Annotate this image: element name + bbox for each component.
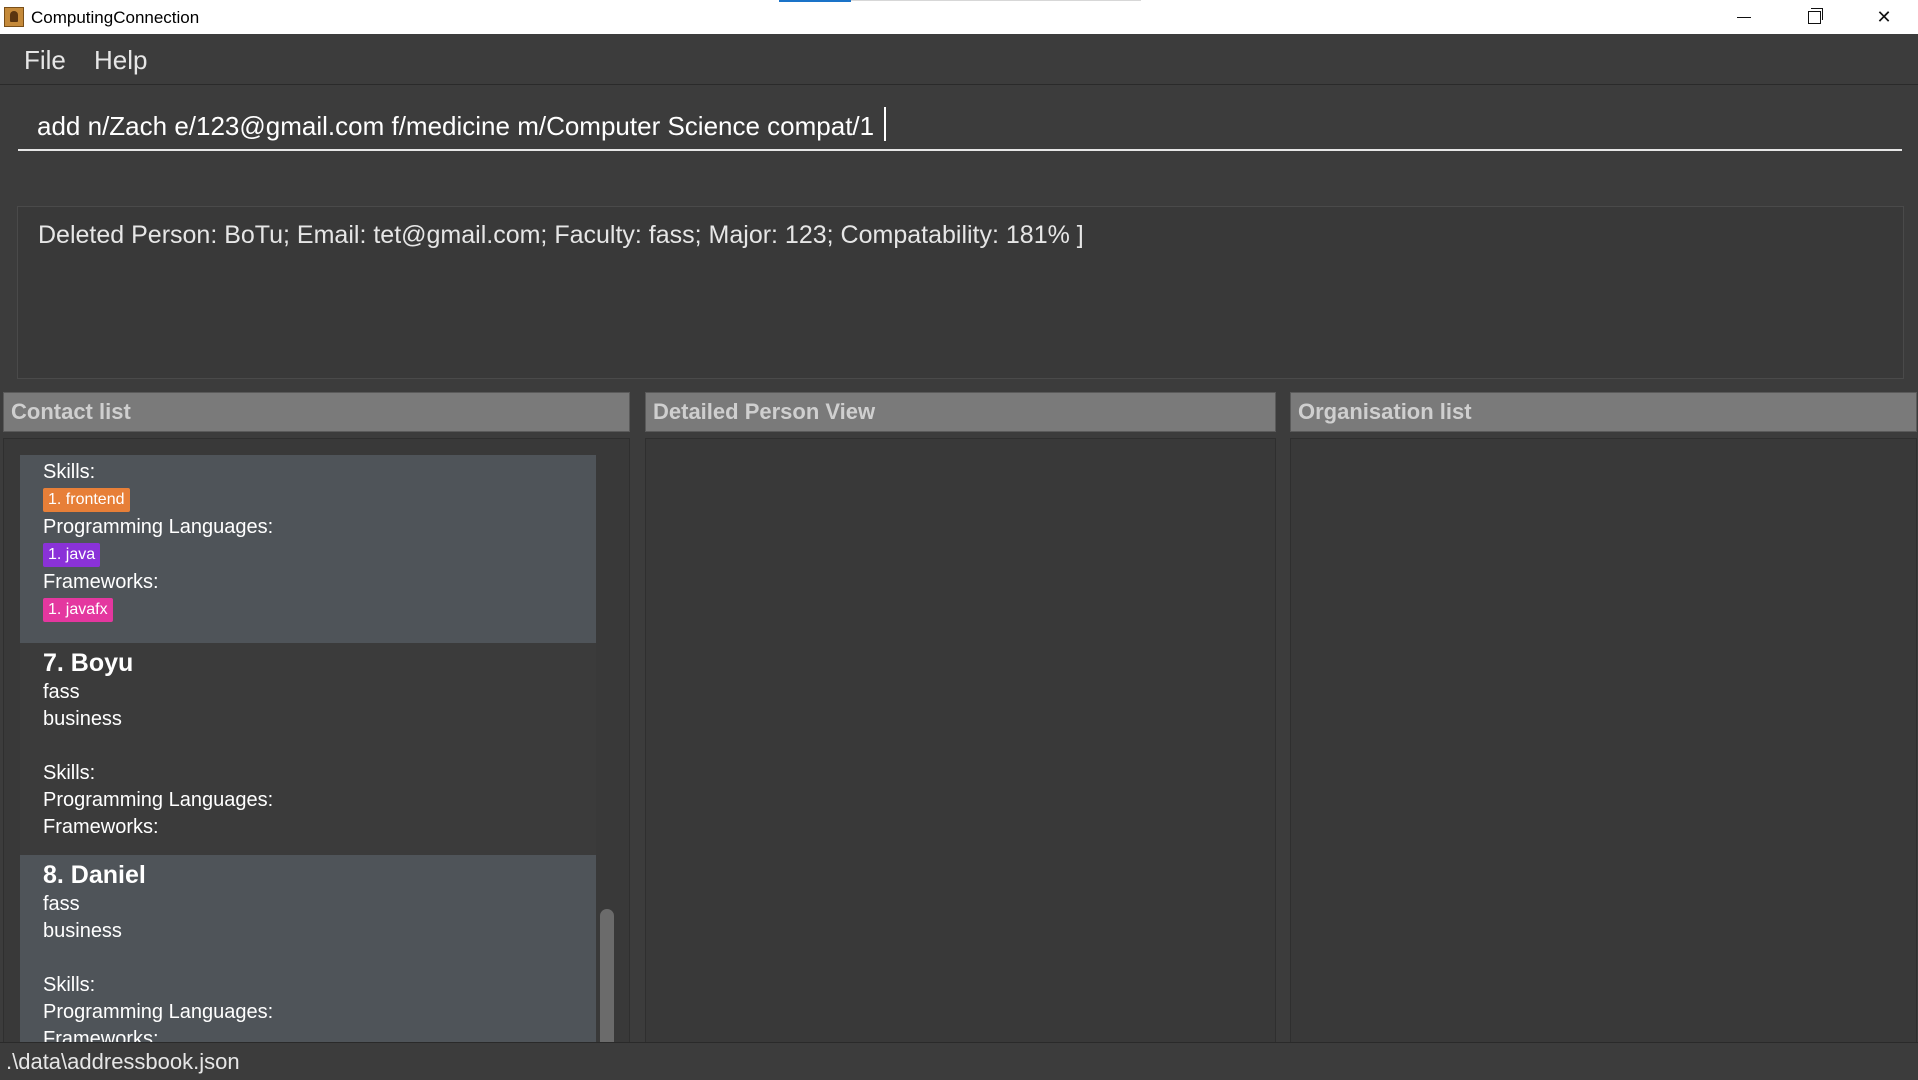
minimize-button[interactable] bbox=[1709, 0, 1779, 34]
detail-view-panel[interactable] bbox=[645, 438, 1276, 1069]
save-location: .\data\addressbook.json bbox=[6, 1049, 240, 1074]
menu-file[interactable]: File bbox=[24, 45, 66, 76]
main-window: File Help Deleted Person: BoTu; Email: t… bbox=[0, 34, 1918, 1080]
minimize-icon bbox=[1737, 16, 1751, 18]
contact-faculty: fass bbox=[43, 893, 80, 915]
frameworks-label: Frameworks: bbox=[43, 571, 159, 593]
contact-name: 8. Daniel bbox=[43, 861, 146, 889]
window-title: ComputingConnection bbox=[31, 8, 200, 27]
organisation-list-panel[interactable] bbox=[1290, 438, 1917, 1069]
list-item[interactable]: 7. Boyu fass business Skills: Programmin… bbox=[20, 643, 596, 855]
taskbar-focus-indicator bbox=[779, 0, 851, 2]
command-box bbox=[0, 85, 1918, 170]
menu-bar: File Help bbox=[0, 34, 1918, 85]
list-item[interactable]: Skills: 1. frontend Programming Language… bbox=[20, 455, 596, 643]
command-input[interactable] bbox=[18, 103, 1902, 151]
app-icon bbox=[4, 7, 24, 27]
text-caret bbox=[884, 107, 886, 141]
menu-help[interactable]: Help bbox=[94, 45, 147, 76]
result-text: Deleted Person: BoTu; Email: tet@gmail.c… bbox=[38, 221, 1084, 249]
close-button[interactable]: ✕ bbox=[1849, 0, 1918, 34]
organisation-list-header: Organisation list bbox=[1290, 392, 1917, 432]
contact-list-scrollbar[interactable] bbox=[600, 909, 614, 1051]
languages-label: Programming Languages: bbox=[43, 1001, 274, 1023]
restore-icon bbox=[1807, 7, 1823, 24]
languages-label: Programming Languages: bbox=[43, 516, 274, 538]
close-icon: ✕ bbox=[1876, 6, 1892, 28]
taskbar-divider bbox=[851, 0, 1141, 1]
result-display[interactable]: Deleted Person: BoTu; Email: tet@gmail.c… bbox=[17, 206, 1904, 379]
contact-list-header: Contact list bbox=[3, 392, 630, 432]
skills-label: Skills: bbox=[43, 762, 96, 784]
contact-faculty: fass bbox=[43, 681, 80, 703]
title-bar: ComputingConnection ✕ bbox=[0, 0, 1918, 34]
frameworks-label: Frameworks: bbox=[43, 816, 159, 838]
contact-list-panel[interactable]: Skills: 1. frontend Programming Language… bbox=[3, 438, 630, 1069]
detail-view-header: Detailed Person View bbox=[645, 392, 1276, 432]
contact-major: business bbox=[43, 708, 122, 730]
language-tag: 1. java bbox=[43, 543, 101, 567]
skill-tag: 1. frontend bbox=[43, 488, 130, 512]
contact-name: 7. Boyu bbox=[43, 649, 134, 677]
contact-list[interactable]: Skills: 1. frontend Programming Language… bbox=[20, 455, 596, 1055]
status-bar: .\data\addressbook.json bbox=[0, 1042, 1918, 1080]
languages-label: Programming Languages: bbox=[43, 789, 274, 811]
list-item[interactable]: 8. Daniel fass business Skills: Programm… bbox=[20, 855, 596, 1055]
skills-label: Skills: bbox=[43, 974, 96, 996]
contact-major: business bbox=[43, 920, 122, 942]
skills-label: Skills: bbox=[43, 461, 96, 483]
framework-tag: 1. javafx bbox=[43, 598, 113, 622]
restore-button[interactable] bbox=[1779, 0, 1849, 34]
